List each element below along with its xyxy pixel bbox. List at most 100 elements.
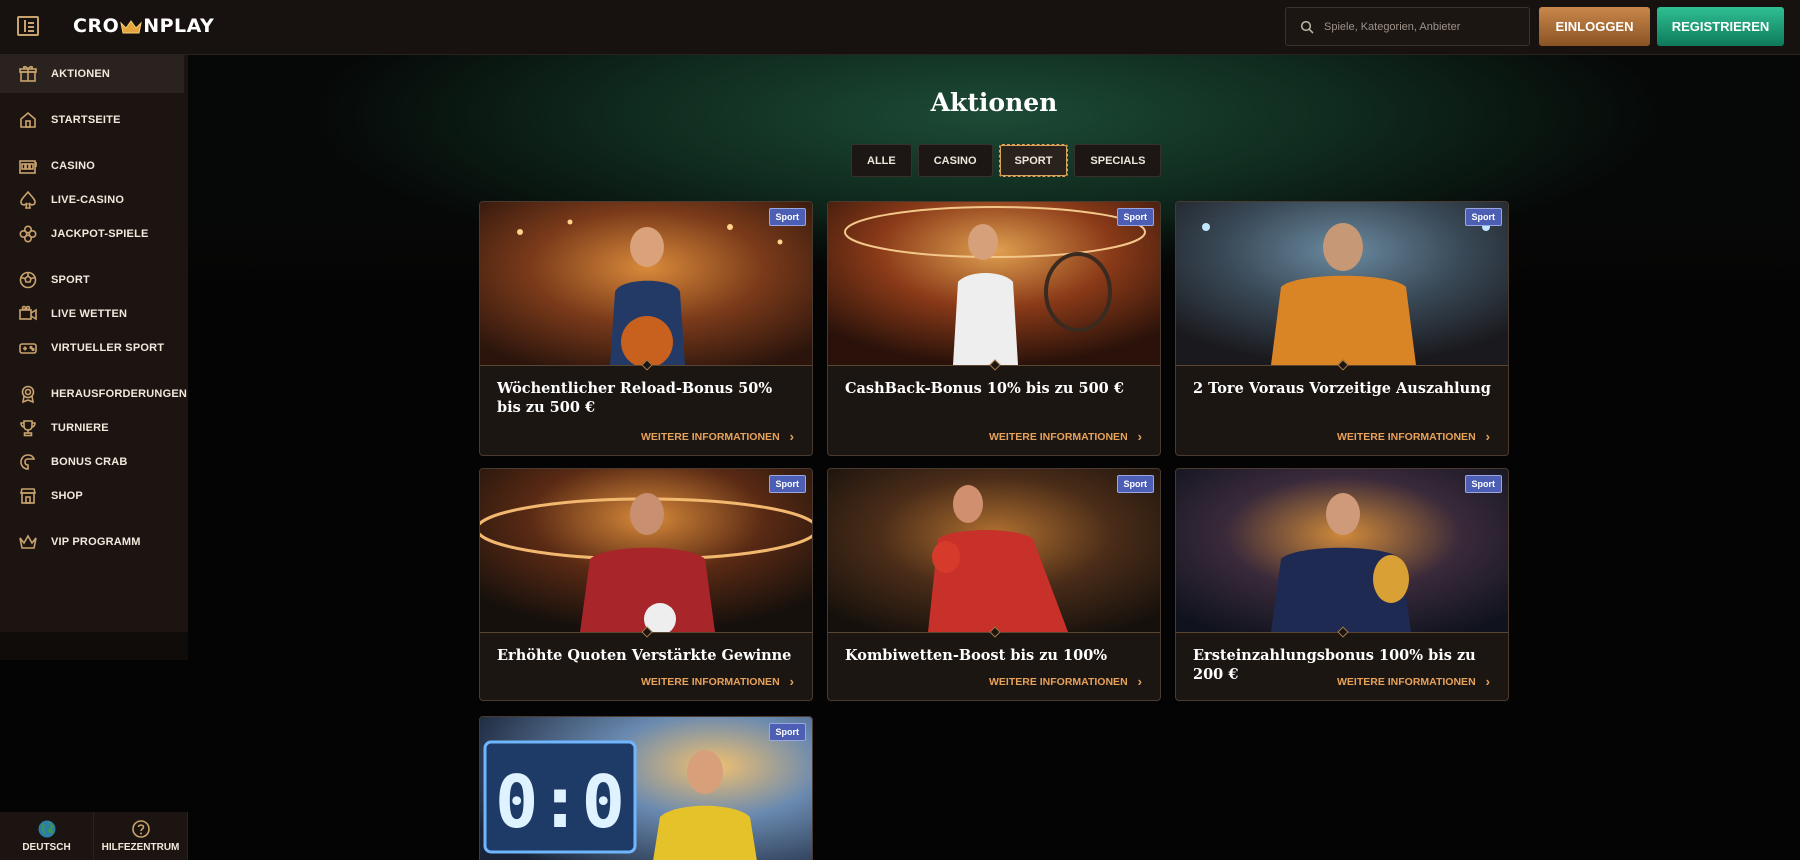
medal-icon: [18, 384, 38, 404]
more-info-link[interactable]: WEITERE INFORMATIONEN ›: [1337, 674, 1490, 689]
crown-logo-icon: [120, 18, 143, 34]
live-camera-icon: [18, 304, 38, 324]
crown-icon: [18, 532, 38, 552]
promo-card[interactable]: 0:0 Sport: [479, 716, 813, 860]
more-info-label: WEITERE INFORMATIONEN: [1337, 430, 1476, 443]
sidebar-item-label: AKTIONEN: [51, 68, 111, 80]
sidebar-item-startseite[interactable]: STARTSEITE: [0, 101, 184, 139]
claw-icon: [18, 452, 38, 472]
gift-icon: [18, 64, 38, 84]
category-badge: Sport: [768, 723, 806, 741]
main-content: Aktionen ALLE CASINO SPORT SPECIALS Spor…: [188, 55, 1800, 860]
chevron-right-icon: ›: [1137, 674, 1142, 689]
logo-text-right: NPLAY: [143, 15, 215, 37]
logo-text-left: CRO: [73, 15, 120, 37]
more-info-label: WEITERE INFORMATIONEN: [641, 675, 780, 688]
promo-card[interactable]: Sport Wöchentlicher Reload-Bonus 50% bis…: [479, 201, 813, 456]
search-input[interactable]: [1324, 20, 1514, 33]
clover-icon: [18, 224, 38, 244]
promo-card[interactable]: Sport CashBack-Bonus 10% bis zu 500 € WE…: [827, 201, 1161, 456]
sidebar-item-virtueller-sport[interactable]: VIRTUELLER SPORT: [0, 329, 184, 367]
sidebar-item-label: LIVE WETTEN: [51, 308, 128, 320]
chevron-right-icon: ›: [1137, 429, 1142, 444]
more-info-link[interactable]: WEITERE INFORMATIONEN ›: [989, 429, 1142, 444]
promo-image-trophy: [1176, 469, 1508, 632]
search-box[interactable]: [1285, 7, 1530, 46]
promo-title: Erhöhte Quoten Verstärkte Gewinne: [497, 647, 792, 664]
tab-alle[interactable]: ALLE: [851, 144, 912, 177]
logo[interactable]: CRO NPLAY: [73, 15, 214, 37]
sidebar-item-label: LIVE-CASINO: [51, 194, 125, 206]
promo-card[interactable]: Sport 2 Tore Voraus Vorzeitige Auszahlun…: [1175, 201, 1509, 456]
more-info-link[interactable]: WEITERE INFORMATIONEN ›: [989, 674, 1142, 689]
sidebar-item-label: SPORT: [51, 274, 90, 286]
promo-title: Kombiwetten-Boost bis zu 100%: [845, 647, 1108, 664]
gamepad-icon: [18, 338, 38, 358]
more-info-link[interactable]: WEITERE INFORMATIONEN ›: [1337, 429, 1490, 444]
promo-image-football: [480, 469, 812, 632]
sidebar: AKTIONEN STARTSEITE CASINO LIVE-CASINO J…: [0, 55, 188, 632]
sidebar-spacer: [0, 632, 188, 660]
sidebar-item-label: BONUS CRAB: [51, 456, 128, 468]
sidebar-item-label: JACKPOT-SPIELE: [51, 228, 149, 240]
sidebar-item-casino[interactable]: CASINO: [0, 147, 184, 185]
category-badge: Sport: [1116, 475, 1154, 493]
sidebar-item-bonus-crab[interactable]: BONUS CRAB: [0, 443, 184, 481]
sidebar-item-vip-programm[interactable]: VIP PROGRAMM: [0, 523, 184, 561]
category-badge: Sport: [768, 208, 806, 226]
soccer-ball-icon: [18, 270, 38, 290]
login-button[interactable]: EINLOGGEN: [1539, 7, 1650, 46]
more-info-label: WEITERE INFORMATIONEN: [989, 430, 1128, 443]
promo-title: CashBack-Bonus 10% bis zu 500 €: [845, 380, 1124, 397]
tab-sport[interactable]: SPORT: [998, 144, 1069, 177]
sidebar-item-label: SHOP: [51, 490, 83, 502]
sidebar-item-label: TURNIERE: [51, 422, 109, 434]
chevron-right-icon: ›: [789, 674, 794, 689]
sidebar-item-sport[interactable]: SPORT: [0, 261, 184, 299]
promo-card[interactable]: Sport Kombiwetten-Boost bis zu 100% WEIT…: [827, 468, 1161, 701]
tab-specials[interactable]: SPECIALS: [1074, 144, 1162, 177]
filter-tabs: ALLE CASINO SPORT SPECIALS: [851, 144, 1162, 177]
sidebar-item-label: VIP PROGRAMM: [51, 536, 141, 548]
register-button[interactable]: REGISTRIEREN: [1657, 7, 1784, 46]
help-label: HILFEZENTRUM: [101, 842, 180, 853]
promo-title: Wöchentlicher Reload-Bonus 50% bis zu 50…: [497, 380, 773, 416]
promo-card[interactable]: Sport Erhöhte Quoten Verstärkte Gewinne …: [479, 468, 813, 701]
promo-title: 2 Tore Voraus Vorzeitige Auszahlung: [1193, 380, 1491, 397]
home-icon: [18, 110, 38, 130]
more-info-link[interactable]: WEITERE INFORMATIONEN ›: [641, 674, 794, 689]
sidebar-item-label: CASINO: [51, 160, 95, 172]
globe-icon: [38, 820, 55, 838]
slot-machine-icon: [18, 156, 38, 176]
more-info-label: WEITERE INFORMATIONEN: [641, 430, 780, 443]
sidebar-item-live-casino[interactable]: LIVE-CASINO: [0, 181, 184, 219]
sidebar-toggle-icon[interactable]: [17, 16, 39, 36]
sidebar-item-aktionen[interactable]: AKTIONEN: [0, 55, 184, 93]
more-info-link[interactable]: WEITERE INFORMATIONEN ›: [641, 429, 794, 444]
help-center-button[interactable]: HILFEZENTRUM: [94, 812, 188, 860]
language-label: DEUTSCH: [22, 842, 71, 853]
promo-image-scoreboard: 0:0: [480, 717, 812, 860]
promo-image-basketball: [480, 202, 812, 365]
category-badge: Sport: [768, 475, 806, 493]
top-bar: CRO NPLAY EINLOGGEN REGISTRIEREN: [0, 0, 1800, 55]
sidebar-footer: DEUTSCH HILFEZENTRUM: [0, 812, 188, 860]
sidebar-item-jackpot[interactable]: JACKPOT-SPIELE: [0, 215, 184, 253]
chevron-right-icon: ›: [1485, 429, 1490, 444]
chevron-right-icon: ›: [1485, 674, 1490, 689]
help-icon: [131, 820, 150, 838]
sidebar-item-turniere[interactable]: TURNIERE: [0, 409, 184, 447]
sidebar-item-live-wetten[interactable]: LIVE WETTEN: [0, 295, 184, 333]
trophy-icon: [18, 418, 38, 438]
sidebar-item-shop[interactable]: SHOP: [0, 477, 184, 515]
category-badge: Sport: [1116, 208, 1154, 226]
page-title: Aktionen: [930, 88, 1058, 117]
promo-image-hockey: [1176, 202, 1508, 365]
tab-casino[interactable]: CASINO: [917, 144, 993, 177]
shop-icon: [18, 486, 38, 506]
sidebar-item-herausforderungen[interactable]: HERAUSFORDERUNGEN: [0, 375, 187, 413]
language-button[interactable]: DEUTSCH: [0, 812, 94, 860]
promo-image-tennis: [828, 202, 1160, 365]
category-badge: Sport: [1464, 208, 1502, 226]
promo-card[interactable]: Sport Ersteinzahlungsbonus 100% bis zu 2…: [1175, 468, 1509, 701]
